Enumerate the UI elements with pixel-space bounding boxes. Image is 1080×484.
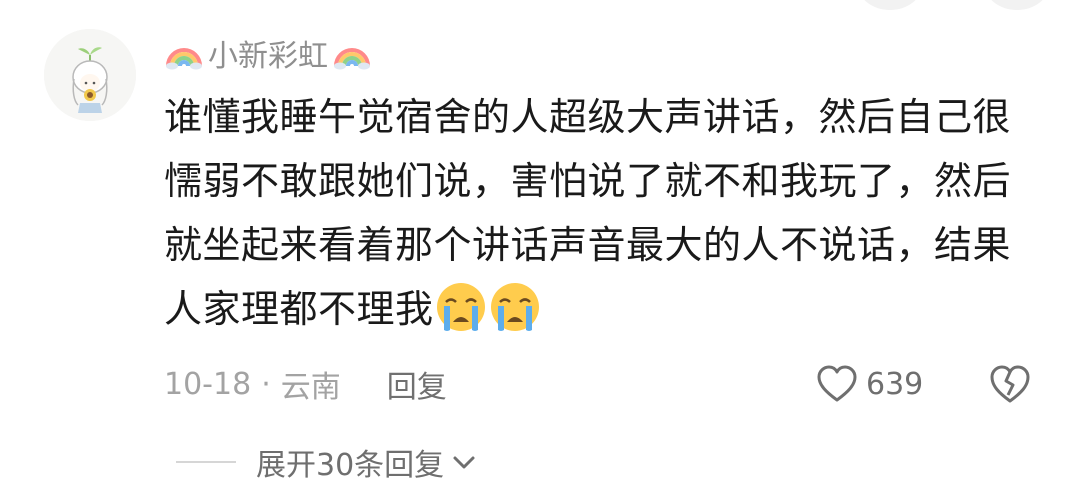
top-action-button-left[interactable] — [858, 0, 922, 10]
comment-date: 10-18 — [164, 366, 252, 402]
comment-location: 云南 — [280, 370, 341, 405]
expand-replies-button[interactable]: 展开30条回复 — [176, 440, 478, 484]
crying-face-emoji — [490, 283, 539, 331]
comment-line-text: 人家理都不理我 — [164, 287, 434, 331]
meta-separator: · — [261, 366, 271, 402]
chevron-down-icon — [453, 456, 475, 469]
comment-line: 就坐起来看着那个讲话声音最大的人不说话，结果 — [164, 223, 1012, 267]
dislike-button[interactable] — [988, 362, 1032, 406]
like-button[interactable]: 639 — [816, 362, 923, 406]
username-text: 小新彩虹 — [208, 39, 328, 74]
comment-line: 懦弱不敢跟她们说，害怕说了就不和我玩了，然后 — [164, 159, 1012, 203]
rainbow-icon — [334, 48, 370, 70]
reply-button[interactable]: 回复 — [387, 362, 447, 406]
avatar-illustration — [44, 29, 136, 121]
heart-outline-icon — [817, 365, 857, 402]
comment-line: 谁懂我睡午觉宿舍的人超级大声讲话，然后自己很 — [164, 95, 1012, 139]
comment-line-last: 人家理都不理我 — [164, 277, 1034, 341]
avatar[interactable] — [44, 29, 136, 121]
comment-meta: 10-18 · 云南 回复 — [164, 362, 447, 406]
username[interactable]: 小新彩虹 — [164, 32, 372, 74]
broken-heart-icon — [990, 365, 1030, 403]
like-count: 639 — [866, 366, 924, 402]
crying-face-emoji — [436, 283, 485, 331]
rainbow-icon — [166, 48, 202, 70]
expand-replies-label: 展开30条回复 — [256, 448, 445, 483]
comment-text[interactable]: 谁懂我睡午觉宿舍的人超级大声讲话，然后自己很 懦弱不敢跟她们说，害怕说了就不和我… — [164, 85, 1034, 341]
expand-divider — [176, 461, 236, 463]
top-action-button-right[interactable] — [985, 0, 1049, 10]
